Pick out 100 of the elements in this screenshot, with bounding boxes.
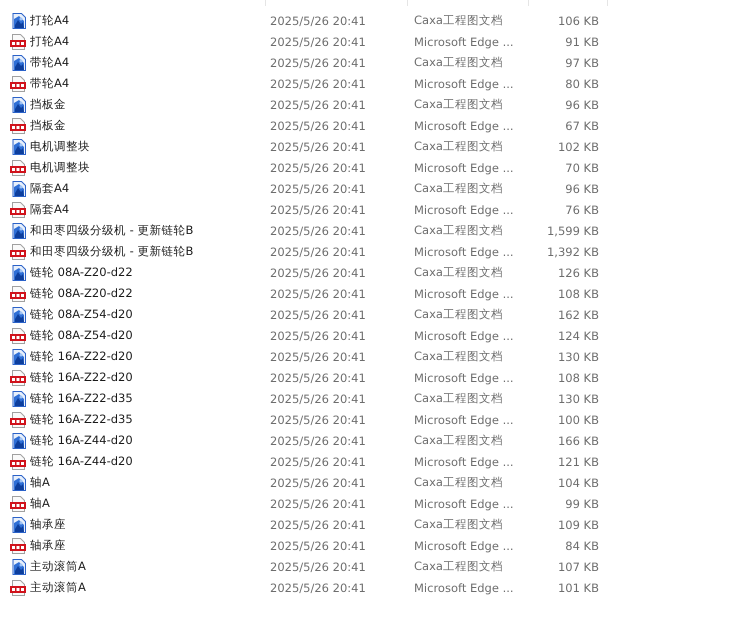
- file-size: 108 KB: [556, 286, 599, 300]
- modified-date: 2025/5/26 20:41: [270, 328, 367, 342]
- file-type: Microsoft Edge ...: [414, 118, 515, 132]
- pdf-file-icon: [10, 286, 26, 302]
- file-row[interactable]: 电机调整块 2025/5/26 20:41 Caxa工程图文档 102 KB: [0, 136, 753, 157]
- modified-date: 2025/5/26 20:41: [270, 202, 367, 216]
- file-type: Caxa工程图文档: [414, 181, 504, 196]
- file-row[interactable]: 链轮 16A-Z22-d35 2025/5/26 20:41 Microsoft Edge ... 100 KB: [0, 409, 753, 430]
- pdf-file-icon: [10, 76, 26, 92]
- modified-date: 2025/5/26 20:41: [270, 476, 367, 490]
- file-size: 106 KB: [556, 14, 599, 28]
- file-type: Caxa工程图文档: [414, 13, 504, 28]
- drawing-file-icon: [12, 264, 26, 280]
- file-row[interactable]: 带轮A4 2025/5/26 20:41 Caxa工程图文档 97 KB: [0, 52, 753, 73]
- file-row[interactable]: 带轮A4 2025/5/26 20:41 Microsoft Edge ... 80 KB: [0, 73, 753, 94]
- pdf-file-icon: [10, 370, 26, 386]
- file-size: 108 KB: [556, 370, 599, 384]
- modified-date: 2025/5/26 20:41: [270, 160, 367, 174]
- file-size: 124 KB: [556, 328, 599, 342]
- modified-date: 2025/5/26 20:41: [270, 224, 367, 238]
- file-row[interactable]: 链轮 16A-Z44-d20 2025/5/26 20:41 Caxa工程图文档 166 KB: [0, 430, 753, 451]
- modified-date: 2025/5/26 20:41: [270, 182, 367, 196]
- file-row[interactable]: 主动滚筒A 2025/5/26 20:41 Microsoft Edge ... 101 KB: [0, 577, 753, 598]
- file-row[interactable]: 链轮 08A-Z54-d20 2025/5/26 20:41 Caxa工程图文档 162 KB: [0, 304, 753, 325]
- file-type: Caxa工程图文档: [414, 223, 504, 238]
- file-row[interactable]: 链轮 16A-Z22-d35 2025/5/26 20:41 Caxa工程图文档 130 KB: [0, 388, 753, 409]
- modified-date: 2025/5/26 20:41: [270, 580, 367, 594]
- modified-date: 2025/5/26 20:41: [270, 34, 367, 48]
- drawing-file-icon: [12, 390, 26, 406]
- pdf-file-icon: [10, 202, 26, 218]
- file-type: Microsoft Edge ...: [414, 538, 515, 552]
- file-size: 91 KB: [564, 34, 599, 48]
- file-type: Microsoft Edge ...: [414, 580, 515, 594]
- file-type: Microsoft Edge ...: [414, 412, 515, 426]
- file-size: 109 KB: [556, 518, 599, 532]
- file-size: 130 KB: [556, 350, 599, 364]
- modified-date: 2025/5/26 20:41: [270, 454, 367, 468]
- file-size: 76 KB: [564, 202, 599, 216]
- file-type: Microsoft Edge ...: [414, 244, 515, 258]
- file-row[interactable]: 链轮 16A-Z22-d20 2025/5/26 20:41 Microsoft Edge ... 108 KB: [0, 367, 753, 388]
- pdf-file-icon: [10, 160, 26, 176]
- file-row[interactable]: 挡板金 2025/5/26 20:41 Microsoft Edge ... 67 KB: [0, 115, 753, 136]
- file-row[interactable]: 链轮 16A-Z44-d20 2025/5/26 20:41 Microsoft Edge ... 121 KB: [0, 451, 753, 472]
- modified-date: 2025/5/26 20:41: [270, 244, 367, 258]
- drawing-file-icon: [12, 138, 26, 154]
- file-row[interactable]: 轴A 2025/5/26 20:41 Caxa工程图文档 104 KB: [0, 472, 753, 493]
- file-name: 挡板金: [30, 118, 67, 133]
- file-type: Microsoft Edge ...: [414, 34, 515, 48]
- file-size: 97 KB: [564, 56, 599, 70]
- file-row[interactable]: 主动滚筒A 2025/5/26 20:41 Caxa工程图文档 107 KB: [0, 556, 753, 577]
- file-name: 和田枣四级分级机 - 更新链轮B: [30, 223, 194, 238]
- file-name: 带轮A4: [30, 76, 70, 91]
- file-size: 121 KB: [556, 454, 599, 468]
- file-name: 轴A: [30, 475, 51, 490]
- file-name: 链轮 16A-Z22-d20: [30, 370, 134, 385]
- file-size: 101 KB: [556, 580, 599, 594]
- file-type: Caxa工程图文档: [414, 475, 504, 490]
- file-size: 96 KB: [564, 182, 599, 196]
- modified-date: 2025/5/26 20:41: [270, 496, 367, 510]
- file-name: 链轮 16A-Z44-d20: [30, 454, 134, 469]
- file-name: 和田枣四级分级机 - 更新链轮B: [30, 244, 194, 259]
- file-row[interactable]: 挡板金 2025/5/26 20:41 Caxa工程图文档 96 KB: [0, 94, 753, 115]
- file-size: 99 KB: [564, 496, 599, 510]
- modified-date: 2025/5/26 20:41: [270, 140, 367, 154]
- file-row[interactable]: 轴承座 2025/5/26 20:41 Microsoft Edge ... 84 KB: [0, 535, 753, 556]
- modified-date: 2025/5/26 20:41: [270, 538, 367, 552]
- file-type: Microsoft Edge ...: [414, 160, 515, 174]
- file-name: 链轮 16A-Z44-d20: [30, 433, 134, 448]
- file-row[interactable]: 轴承座 2025/5/26 20:41 Caxa工程图文档 109 KB: [0, 514, 753, 535]
- file-row[interactable]: 隔套A4 2025/5/26 20:41 Caxa工程图文档 96 KB: [0, 178, 753, 199]
- file-row[interactable]: 打轮A4 2025/5/26 20:41 Microsoft Edge ... 91 KB: [0, 31, 753, 52]
- file-name: 打轮A4: [30, 34, 70, 49]
- modified-date: 2025/5/26 20:41: [270, 370, 367, 384]
- file-row[interactable]: 轴A 2025/5/26 20:41 Microsoft Edge ... 99 KB: [0, 493, 753, 514]
- modified-date: 2025/5/26 20:41: [270, 14, 367, 28]
- file-size: 1,392 KB: [546, 244, 599, 258]
- pdf-file-icon: [10, 34, 26, 50]
- file-type: Caxa工程图文档: [414, 517, 504, 532]
- file-row[interactable]: 链轮 16A-Z22-d20 2025/5/26 20:41 Caxa工程图文档 130 KB: [0, 346, 753, 367]
- file-row[interactable]: 打轮A4 2025/5/26 20:41 Caxa工程图文档 106 KB: [0, 10, 753, 31]
- file-type: Microsoft Edge ...: [414, 286, 515, 300]
- file-row[interactable]: 隔套A4 2025/5/26 20:41 Microsoft Edge ... 76 KB: [0, 199, 753, 220]
- file-row[interactable]: 链轮 08A-Z20-d22 2025/5/26 20:41 Microsoft Edge ... 108 KB: [0, 283, 753, 304]
- modified-date: 2025/5/26 20:41: [270, 98, 367, 112]
- file-row[interactable]: 链轮 08A-Z54-d20 2025/5/26 20:41 Microsoft Edge ... 124 KB: [0, 325, 753, 346]
- file-row[interactable]: 链轮 08A-Z20-d22 2025/5/26 20:41 Caxa工程图文档 126 KB: [0, 262, 753, 283]
- file-row[interactable]: 电机调整块 2025/5/26 20:41 Microsoft Edge ... 70 KB: [0, 157, 753, 178]
- modified-date: 2025/5/26 20:41: [270, 560, 367, 574]
- modified-date: 2025/5/26 20:41: [270, 308, 367, 322]
- file-row[interactable]: 和田枣四级分级机 - 更新链轮B 2025/5/26 20:41 Caxa工程图文档 1,599 KB: [0, 220, 753, 241]
- file-name: 打轮A4: [30, 13, 70, 28]
- file-size: 107 KB: [556, 560, 599, 574]
- drawing-file-icon: [12, 222, 26, 238]
- file-name: 链轮 16A-Z22-d35: [30, 412, 134, 427]
- pdf-file-icon: [10, 118, 26, 134]
- file-row[interactable]: 和田枣四级分级机 - 更新链轮B 2025/5/26 20:41 Microsoft Edge ... 1,392 KB: [0, 241, 753, 262]
- file-name: 带轮A4: [30, 55, 70, 70]
- file-name: 轴A: [30, 496, 51, 511]
- file-name: 链轮 16A-Z22-d35: [30, 391, 134, 406]
- file-type: Microsoft Edge ...: [414, 496, 515, 510]
